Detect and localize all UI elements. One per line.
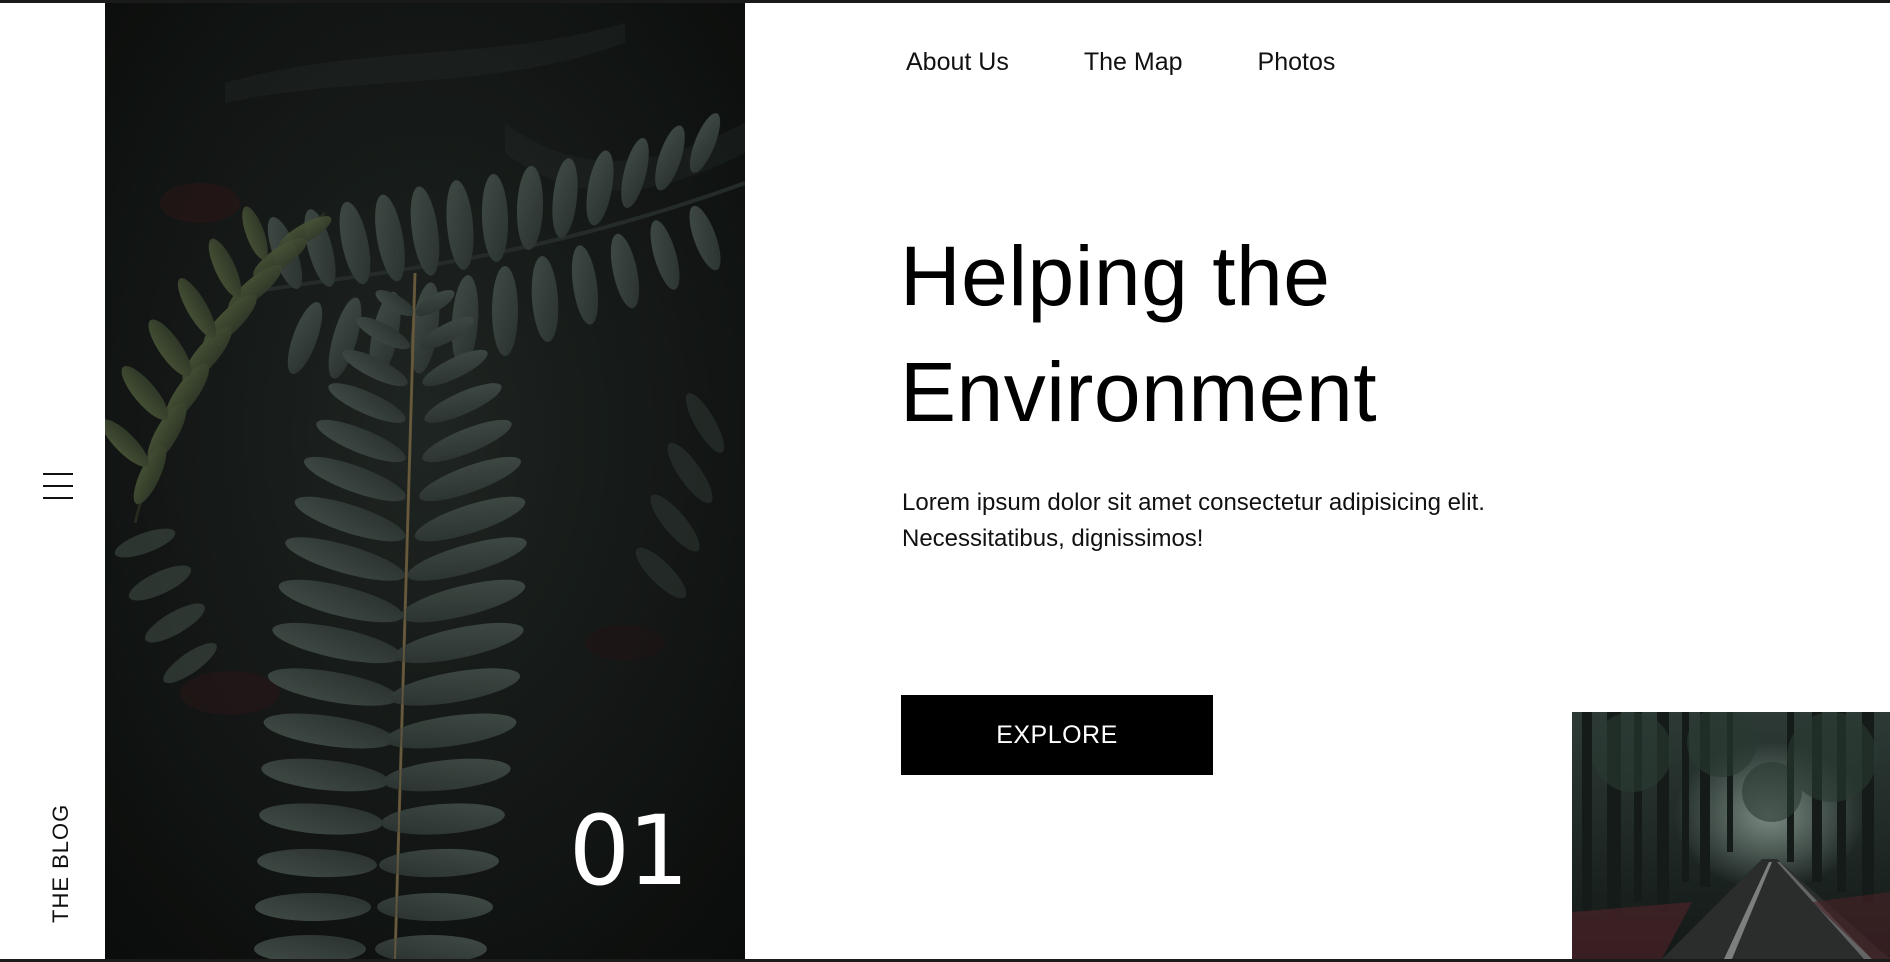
left-rail: THE BLOG: [0, 3, 105, 959]
blog-label: THE BLOG: [48, 803, 73, 923]
intro-paragraph: Lorem ipsum dolor sit amet consectetur a…: [902, 485, 1622, 557]
forest-road-photo: [1572, 712, 1890, 959]
nav-about-us-link[interactable]: About Us: [906, 48, 1009, 77]
forest-road-thumbnail[interactable]: [1572, 712, 1890, 959]
intro-line-2: Necessitatibus, dignissimos!: [902, 525, 1204, 552]
explore-button[interactable]: EXPLORE: [901, 695, 1213, 775]
hero-image: 01: [105, 3, 745, 959]
nav-the-map-link[interactable]: The Map: [1084, 48, 1183, 77]
intro-line-1: Lorem ipsum dolor sit amet consectetur a…: [902, 489, 1485, 516]
headline-line-1: Helping the: [900, 229, 1331, 323]
nav-photos-link[interactable]: Photos: [1258, 48, 1336, 77]
page-headline: Helping the Environment: [900, 218, 1377, 450]
slide-number: 01: [568, 795, 689, 907]
headline-line-2: Environment: [900, 345, 1378, 439]
hamburger-menu-icon[interactable]: [43, 473, 73, 501]
top-nav: About Us The Map Photos: [906, 48, 1335, 77]
